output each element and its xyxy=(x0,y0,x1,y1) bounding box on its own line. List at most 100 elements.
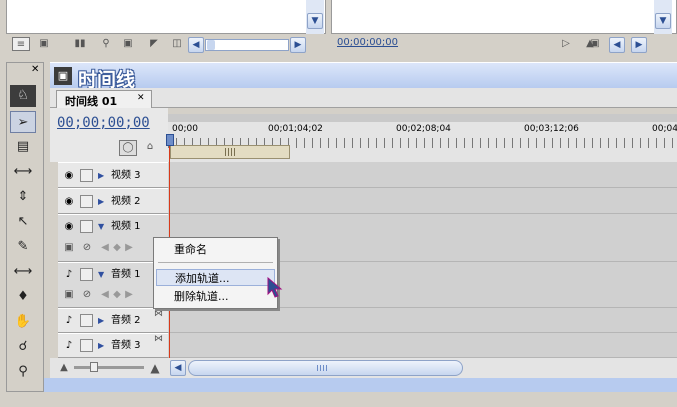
track-select-icon[interactable]: ♘ xyxy=(10,85,36,107)
scroll-right-button[interactable]: ▶ xyxy=(631,37,647,53)
track-lane-audio-2[interactable] xyxy=(168,308,677,333)
monitor-scrollbar[interactable]: ▼ xyxy=(654,0,672,34)
tab-timeline-01[interactable]: 时间线 01 ✕ xyxy=(56,90,152,108)
scroll-grip[interactable] xyxy=(317,365,327,371)
project-toolbar: ≡ ▣ ▮▮ ⚲ ▣ ◤ ◫ ◀ ▶ xyxy=(6,34,326,54)
track-lane-video-2[interactable] xyxy=(168,188,677,214)
time-ruler[interactable]: 00;00 00;01;04;02 00;02;08;04 00;03;12;0… xyxy=(166,114,677,162)
waveform-icon[interactable]: ▣ xyxy=(62,288,76,302)
scroll-down-button[interactable]: ▼ xyxy=(307,13,323,29)
playhead-handle[interactable] xyxy=(166,134,174,146)
timeline-footer: ▲ ▲ ◀ xyxy=(50,358,677,378)
automate-icon[interactable]: ▮▮ xyxy=(70,37,90,51)
lock-toggle[interactable] xyxy=(80,339,93,352)
zoom-slider[interactable] xyxy=(74,362,144,372)
scroll-left-button[interactable]: ◀ xyxy=(188,37,204,53)
track-lane-video-3[interactable] xyxy=(168,162,677,188)
lock-toggle[interactable] xyxy=(80,169,93,182)
menu-item-rename[interactable]: 重命名 xyxy=(156,241,275,258)
rate-stretch-icon[interactable]: ⇕ xyxy=(10,186,36,208)
timeline-title-bar[interactable]: ▣ 时间线 xyxy=(50,62,677,91)
next-keyframe-icon[interactable]: ▶ xyxy=(124,241,134,255)
add-keyframe-icon[interactable]: ◆ xyxy=(112,241,122,255)
collapse-track-icon[interactable]: ▼ xyxy=(98,268,104,282)
collapse-track-icon[interactable]: ▼ xyxy=(98,220,104,234)
speaker-icon[interactable]: ♪ xyxy=(62,339,76,353)
track-name: 音频 3 xyxy=(111,340,141,351)
selection-icon[interactable]: ➢ xyxy=(10,111,36,133)
horizontal-scrollbar[interactable] xyxy=(205,39,289,51)
keyframe-toggle-icon[interactable]: ⊘ xyxy=(80,241,94,255)
track-header-video-3[interactable]: ◉ ▶ 视频 3 xyxy=(58,162,168,188)
monitor-timecode[interactable]: 00;00;00;00 xyxy=(337,37,398,48)
monitor-panel xyxy=(331,0,677,34)
eye-icon[interactable]: ◉ xyxy=(62,220,76,234)
add-keyframe-icon[interactable]: ◆ xyxy=(112,288,122,302)
prev-keyframe-icon[interactable]: ◀ xyxy=(100,288,110,302)
pen-icon[interactable]: ♦ xyxy=(10,286,36,308)
output-icon[interactable]: ▣ xyxy=(587,37,603,51)
lock-toggle[interactable] xyxy=(80,195,93,208)
work-area-bar[interactable] xyxy=(170,145,290,159)
scroll-thumb[interactable] xyxy=(207,40,215,50)
scroll-left-button[interactable]: ◀ xyxy=(170,360,186,376)
expand-track-icon[interactable]: ▶ xyxy=(98,169,104,183)
zoom-slider-thumb[interactable] xyxy=(90,362,98,372)
find-icon[interactable]: ⚲ xyxy=(98,37,114,51)
slip-icon[interactable]: ✎ xyxy=(10,236,36,258)
eye-icon[interactable]: ◉ xyxy=(62,169,76,183)
razor-icon[interactable]: ↖ xyxy=(10,211,36,233)
marker-icon[interactable]: ⌂ xyxy=(143,140,157,156)
zoom-in-icon[interactable]: ▲ xyxy=(148,361,162,375)
new-item-icon[interactable]: ◤ xyxy=(146,37,162,51)
speaker-icon[interactable]: ♪ xyxy=(62,268,76,282)
track-name: 音频 2 xyxy=(111,315,141,326)
horizontal-scrollbar[interactable] xyxy=(188,360,463,376)
track-header-video-1[interactable]: ◉ ▼ 视频 1 ▣ ⊘ ◀ ◆ ▶ xyxy=(58,214,168,262)
icon-view-icon[interactable]: ▣ xyxy=(36,37,52,51)
work-area-grip[interactable] xyxy=(225,148,235,156)
lock-toggle[interactable] xyxy=(80,220,93,233)
lock-toggle[interactable] xyxy=(80,268,93,281)
project-scrollbar[interactable]: ▼ xyxy=(306,0,324,34)
speaker-icon[interactable]: ♪ xyxy=(62,314,76,328)
display-style-icon[interactable]: ▣ xyxy=(62,241,76,255)
zoom-icon[interactable]: ⚲ xyxy=(10,361,36,383)
bin-icon[interactable]: ▣ xyxy=(120,37,136,51)
menu-item-label: 删除轨道... xyxy=(174,290,229,303)
scroll-right-button[interactable]: ▶ xyxy=(290,37,306,53)
track-header-audio-2[interactable]: ♪ ▶ 音频 2 ⋈ xyxy=(58,308,168,333)
lock-toggle[interactable] xyxy=(80,314,93,327)
status-strip xyxy=(44,378,677,392)
close-icon[interactable]: ✕ xyxy=(31,65,41,75)
track-header-audio-3[interactable]: ♪ ▶ 音频 3 ⋈ xyxy=(58,333,168,358)
track-name: 音频 1 xyxy=(111,269,141,280)
zoom-out-icon[interactable]: ▲ xyxy=(58,361,70,375)
menu-item-add-tracks[interactable]: 添加轨道... xyxy=(156,269,275,286)
list-view-icon[interactable]: ≡ xyxy=(12,37,30,51)
next-keyframe-icon[interactable]: ▶ xyxy=(124,288,134,302)
snap-icon[interactable]: ◯ xyxy=(119,140,137,156)
hand-icon[interactable]: ✋ xyxy=(10,311,36,333)
clear-icon[interactable]: ◫ xyxy=(170,37,184,51)
track-header-video-2[interactable]: ◉ ▶ 视频 2 xyxy=(58,188,168,214)
play-in-out-icon[interactable]: ▷ xyxy=(557,37,575,51)
close-icon[interactable]: ✕ xyxy=(137,93,145,103)
zoom-icon[interactable]: ☌ xyxy=(10,336,36,358)
rolling-edit-icon[interactable]: ⟷ xyxy=(10,161,36,183)
expand-track-icon[interactable]: ▶ xyxy=(98,195,104,209)
slide-icon[interactable]: ⟷ xyxy=(10,261,36,283)
current-timecode[interactable]: 00;00;00;00 xyxy=(57,115,150,131)
expand-track-icon[interactable]: ▶ xyxy=(98,314,104,328)
menu-item-delete-tracks[interactable]: 删除轨道... xyxy=(156,288,275,305)
keyframe-toggle-icon[interactable]: ⊘ xyxy=(80,288,94,302)
scroll-down-button[interactable]: ▼ xyxy=(655,13,671,29)
ripple-edit-icon[interactable]: ▤ xyxy=(10,136,36,158)
track-lane-audio-3[interactable] xyxy=(168,333,677,358)
track-header-audio-1[interactable]: ♪ ▼ 音频 1 ▣ ⊘ ◀ ◆ ▶ xyxy=(58,262,168,308)
expand-track-icon[interactable]: ▶ xyxy=(98,339,104,353)
scroll-left-button[interactable]: ◀ xyxy=(609,37,625,53)
prev-keyframe-icon[interactable]: ◀ xyxy=(100,241,110,255)
track-name: 视频 2 xyxy=(111,196,141,207)
eye-icon[interactable]: ◉ xyxy=(62,195,76,209)
